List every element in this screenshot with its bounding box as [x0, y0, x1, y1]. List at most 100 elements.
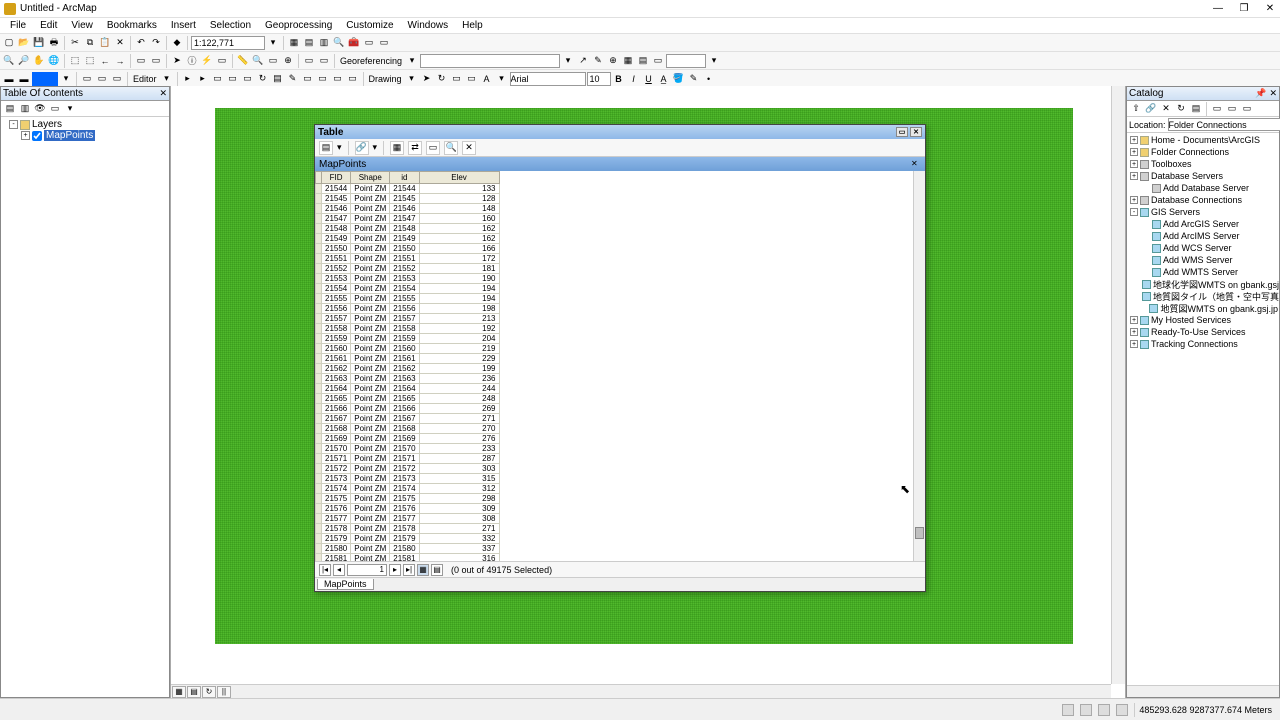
toc-list-by-selection-icon[interactable]: ▭ — [48, 102, 62, 116]
table-row[interactable]: 21563Point ZM21563236 — [316, 374, 500, 384]
menu-help[interactable]: Help — [456, 20, 489, 31]
catalog-pin-icon[interactable]: 📌 — [1255, 88, 1266, 99]
georef-tool3-icon[interactable]: ⊕ — [606, 54, 620, 68]
table-row[interactable]: 21548Point ZM21548162 — [316, 224, 500, 234]
cat-disconnect-icon[interactable]: ✕ — [1159, 102, 1173, 116]
redo-icon[interactable]: ↷ — [149, 36, 163, 50]
georef-tool2-icon[interactable]: ✎ — [591, 54, 605, 68]
table-row[interactable]: 21551Point ZM21551172 — [316, 254, 500, 264]
georef-tool4-icon[interactable]: ▦ — [621, 54, 635, 68]
select-graphics-icon[interactable]: ➤ — [420, 72, 434, 86]
labeling-icon[interactable]: ▭ — [80, 72, 94, 86]
clear-selection-icon[interactable]: ▭ — [149, 54, 163, 68]
table-tab-mappoints[interactable]: MapPoints — [317, 579, 374, 590]
toc-icon[interactable]: ▤ — [302, 36, 316, 50]
minimize-button[interactable]: — — [1212, 3, 1224, 15]
drawing-menu[interactable]: Drawing — [367, 74, 404, 84]
column-header[interactable]: FID — [322, 172, 351, 184]
column-header[interactable]: Shape — [351, 172, 390, 184]
rotate-icon[interactable]: ↻ — [256, 72, 270, 86]
menu-geoprocessing[interactable]: Geoprocessing — [259, 20, 338, 31]
table-switch-selection-icon[interactable]: ⇄ — [408, 141, 422, 155]
cat-tool2-icon[interactable]: ▭ — [1225, 102, 1239, 116]
map-vertical-scrollbar[interactable] — [1111, 86, 1125, 684]
table-row[interactable]: 21565Point ZM21565248 — [316, 394, 500, 404]
cat-connect-icon[interactable]: 🔗 — [1144, 102, 1158, 116]
column-header[interactable]: Elev — [419, 172, 499, 184]
table-clear-selection-icon[interactable]: ▭ — [426, 141, 440, 155]
catalog-item[interactable]: Add ArcIMS Server — [1128, 230, 1278, 242]
catalog-horizontal-scrollbar[interactable] — [1127, 685, 1279, 697]
edit-tool-icon[interactable]: ▸ — [181, 72, 195, 86]
catalog-item[interactable]: 地球化学図WMTS on gbank.gsj.jp — [1128, 278, 1278, 290]
expand-icon[interactable]: + — [21, 131, 30, 140]
font-color-icon[interactable]: A̲ — [657, 72, 671, 86]
table-row[interactable]: 21560Point ZM21560219 — [316, 344, 500, 354]
delete-icon[interactable]: ✕ — [113, 36, 127, 50]
open-icon[interactable]: 📂 — [17, 36, 31, 50]
georef-tool6-icon[interactable]: ▭ — [651, 54, 665, 68]
catalog-item[interactable]: +Ready-To-Use Services — [1128, 326, 1278, 338]
underline-icon[interactable]: U — [642, 72, 656, 86]
table-row[interactable]: 21554Point ZM21554194 — [316, 284, 500, 294]
georef-dropdown2-icon[interactable]: ▾ — [561, 54, 575, 68]
expand-icon[interactable]: + — [1130, 172, 1138, 180]
table-row[interactable]: 21564Point ZM21564244 — [316, 384, 500, 394]
catalog-item[interactable]: +Tracking Connections — [1128, 338, 1278, 350]
expand-icon[interactable]: + — [1130, 328, 1138, 336]
catalog-item[interactable]: Add WMS Server — [1128, 254, 1278, 266]
georeferencing-label[interactable]: Georeferencing — [338, 56, 404, 66]
zoom-out-icon[interactable]: 🔎 — [17, 54, 31, 68]
georef-value-input[interactable] — [666, 54, 706, 68]
table-row[interactable]: 21558Point ZM21558192 — [316, 324, 500, 334]
expand-icon[interactable]: + — [1130, 136, 1138, 144]
table-row[interactable]: 21576Point ZM21576309 — [316, 504, 500, 514]
nav-last-icon[interactable]: ▸| — [403, 564, 415, 576]
catalog-item[interactable]: Add ArcGIS Server — [1128, 218, 1278, 230]
identify-icon[interactable]: ⓘ — [185, 54, 199, 68]
find-route-icon[interactable]: ▭ — [266, 54, 280, 68]
full-extent-icon[interactable]: 🌐 — [47, 54, 61, 68]
data-view-tab[interactable]: ▦ — [172, 686, 186, 698]
table-row[interactable]: 21578Point ZM21578271 — [316, 524, 500, 534]
catalog-item[interactable]: +Database Servers — [1128, 170, 1278, 182]
label-manager-icon[interactable]: ▭ — [95, 72, 109, 86]
style1-icon[interactable]: ▬ — [2, 72, 16, 86]
catalog-close-icon[interactable]: ✕ — [1269, 88, 1277, 99]
table-row[interactable]: 21575Point ZM21575298 — [316, 494, 500, 504]
menu-selection[interactable]: Selection — [204, 20, 257, 31]
arctoolbox-icon[interactable]: 🧰 — [347, 36, 361, 50]
table-select-by-attr-icon[interactable]: ▦ — [390, 141, 404, 155]
nav-record-input[interactable] — [347, 564, 387, 576]
table-row[interactable]: 21544Point ZM21544133 — [316, 184, 500, 194]
table-zoom-selected-icon[interactable]: 🔍 — [444, 141, 458, 155]
table-row[interactable]: 21557Point ZM21557213 — [316, 314, 500, 324]
table-row[interactable]: 21569Point ZM21569276 — [316, 434, 500, 444]
expand-icon[interactable]: + — [1130, 160, 1138, 168]
catalog-item[interactable]: 地質図タイル（地質・空中写真） on eurjapa — [1128, 290, 1278, 302]
maximize-button[interactable]: ❐ — [1238, 3, 1250, 15]
table-row[interactable]: 21562Point ZM21562199 — [316, 364, 500, 374]
table-row[interactable]: 21572Point ZM21572303 — [316, 464, 500, 474]
python-icon[interactable]: ▭ — [362, 36, 376, 50]
editor-menu[interactable]: Editor — [131, 74, 159, 84]
rotate-graphics-icon[interactable]: ↻ — [435, 72, 449, 86]
style2-icon[interactable]: ▬ — [17, 72, 31, 86]
table-row[interactable]: 21547Point ZM21547160 — [316, 214, 500, 224]
table-row[interactable]: 21549Point ZM21549162 — [316, 234, 500, 244]
cut-polygons-icon[interactable]: ▭ — [226, 72, 240, 86]
toc-list-by-drawing-icon[interactable]: ▤ — [3, 102, 17, 116]
create-features-icon[interactable]: ▭ — [301, 72, 315, 86]
cut-icon[interactable]: ✂ — [68, 36, 82, 50]
edit-tool2-icon[interactable]: ▭ — [316, 72, 330, 86]
map-horizontal-scrollbar[interactable]: ▦ ▤ ↻ || — [171, 684, 1111, 698]
font-select[interactable] — [510, 72, 586, 86]
status-tool4-icon[interactable] — [1116, 704, 1128, 716]
label-tool-icon[interactable]: ▭ — [110, 72, 124, 86]
show-selected-records-icon[interactable]: ▤ — [431, 564, 443, 576]
catalog-item[interactable]: -GIS Servers — [1128, 206, 1278, 218]
edit-tool4-icon[interactable]: ▭ — [346, 72, 360, 86]
menu-edit[interactable]: Edit — [34, 20, 63, 31]
expand-icon[interactable]: + — [1130, 196, 1138, 204]
table-row[interactable]: 21571Point ZM21571287 — [316, 454, 500, 464]
